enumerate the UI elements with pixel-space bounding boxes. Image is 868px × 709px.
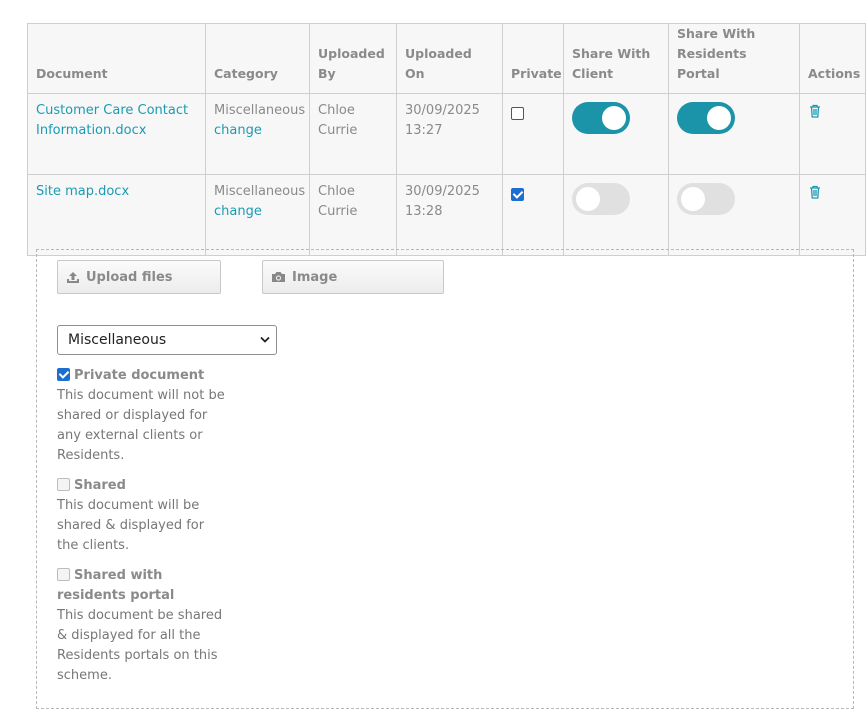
private-document-title: Private document <box>74 368 205 383</box>
trash-icon[interactable] <box>809 104 821 118</box>
share-with-residents-toggle[interactable] <box>677 102 735 134</box>
shared-residents-portal-title: Shared with residents portal <box>57 568 175 603</box>
header-private: Private <box>502 23 564 94</box>
header-share-with-client: Share With Client <box>563 23 669 94</box>
header-share-with-residents-portal: Share With Residents Portal <box>668 23 800 94</box>
private-checkbox[interactable] <box>511 107 524 120</box>
image-button[interactable]: Image <box>262 260 444 294</box>
category-select-value: Miscellaneous <box>68 332 167 348</box>
private-checkbox[interactable] <box>511 188 524 201</box>
upload-files-button[interactable]: Upload files <box>57 260 221 294</box>
shared-description: This document will be shared & displayed… <box>57 498 205 553</box>
uploaded-on: 30/09/2025 13:27 <box>396 93 503 175</box>
shared-residents-portal-description: This document be shared & displayed for … <box>57 608 223 683</box>
toggle-knob <box>681 187 705 211</box>
private-document-option: Private document This document will not … <box>57 366 227 466</box>
toggle-knob <box>602 106 626 130</box>
shared-option: Shared This document will be shared & di… <box>57 476 227 556</box>
shared-residents-portal-checkbox[interactable] <box>57 568 70 581</box>
camera-icon <box>272 272 285 282</box>
upload-icon <box>67 271 79 283</box>
table-header-row: Document Category Uploaded By Uploaded O… <box>27 23 866 94</box>
table-row: Customer Care Contact Information.docx M… <box>27 93 866 175</box>
category-select[interactable]: Miscellaneous <box>57 325 277 355</box>
header-document[interactable]: Document <box>27 23 206 94</box>
documents-table: Document Category Uploaded By Uploaded O… <box>27 23 866 256</box>
private-document-description: This document will not be shared or disp… <box>57 388 225 463</box>
share-with-client-toggle[interactable] <box>572 183 630 215</box>
change-category-link[interactable]: change <box>214 121 301 141</box>
shared-checkbox[interactable] <box>57 478 70 491</box>
uploaded-by: Chloe Currie <box>309 93 397 175</box>
change-category-link[interactable]: change <box>214 202 301 222</box>
header-actions: Actions <box>799 23 866 94</box>
uploaded-by: Chloe Currie <box>309 174 397 256</box>
document-link[interactable]: Site map.docx <box>36 184 129 199</box>
shared-residents-portal-option: Shared with residents portal This docume… <box>57 566 227 686</box>
upload-files-label: Upload files <box>86 269 173 285</box>
chevron-down-icon <box>260 336 270 343</box>
header-uploaded-by[interactable]: Uploaded By <box>309 23 397 94</box>
header-category[interactable]: Category <box>205 23 310 94</box>
category-text: Miscellaneous <box>214 184 306 199</box>
share-with-residents-toggle[interactable] <box>677 183 735 215</box>
toggle-knob <box>707 106 731 130</box>
shared-title: Shared <box>74 478 126 493</box>
document-link[interactable]: Customer Care Contact Information.docx <box>36 103 188 138</box>
image-label: Image <box>292 269 338 285</box>
uploaded-on: 30/09/2025 13:28 <box>396 174 503 256</box>
upload-panel: Upload files Image Miscellaneous Private… <box>36 249 854 709</box>
trash-icon[interactable] <box>809 185 821 199</box>
table-row: Site map.docx Miscellaneous change Chloe … <box>27 174 866 256</box>
toggle-knob <box>576 187 600 211</box>
header-uploaded-on[interactable]: Uploaded On <box>396 23 503 94</box>
share-with-client-toggle[interactable] <box>572 102 630 134</box>
private-document-checkbox[interactable] <box>57 368 70 381</box>
category-text: Miscellaneous <box>214 103 306 118</box>
